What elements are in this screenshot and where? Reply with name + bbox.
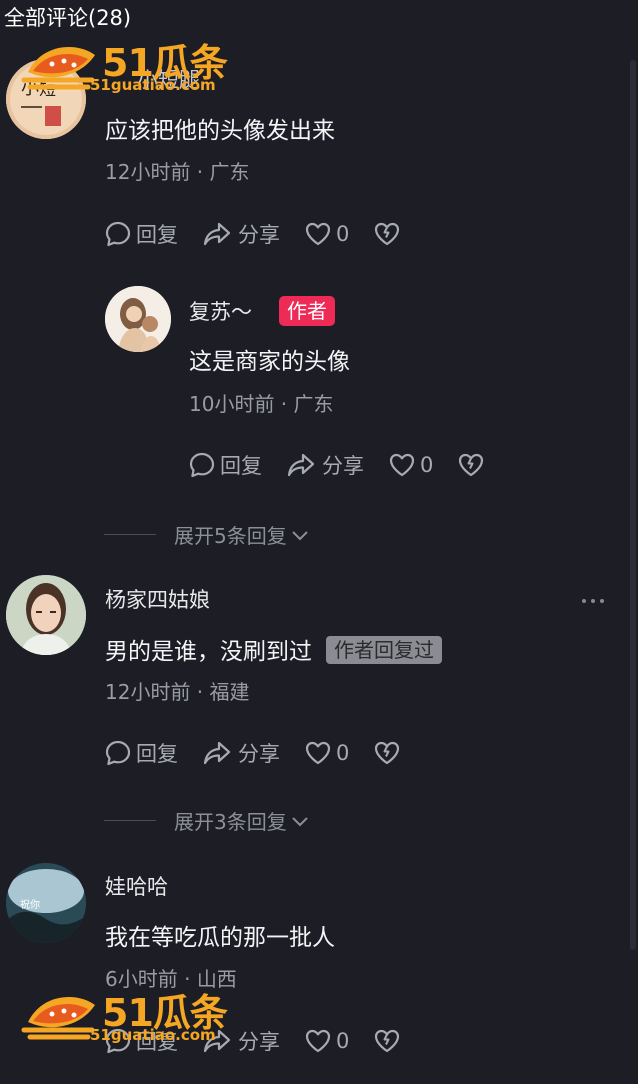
watermark-site: 51guatiao.com [90,76,216,94]
author-badge: 作者 [279,296,335,326]
share-label: 分享 [238,742,280,766]
comment-time: 12小时前 [105,680,191,704]
comments-page: 全部评论(28) 小 短 小短腿 应该把他的头像发出来 12小时前 · 广东 回… [0,0,638,1084]
reply-label: 回复 [136,742,178,766]
like-count: 0 [420,453,434,477]
comment-location: 广东 [209,160,250,184]
like-count: 0 [336,741,350,765]
dislike-button[interactable] [373,1027,405,1055]
avatar[interactable] [6,575,86,655]
watermark-logo: 51瓜条 51guatiao.com [20,984,246,1048]
comment-text: 男的是谁，没刷到过 [105,639,312,665]
comment-text: 应该把他的头像发出来 [105,118,335,144]
comment-text-row: 男的是谁，没刷到过 作者回复过 [105,636,442,667]
watermark-logo: 51瓜条 51guatiao.com [20,34,246,98]
comment-time: 12小时前 [105,160,191,184]
reply-time: 10小时前 [189,392,275,416]
dislike-button[interactable] [373,220,405,248]
heart-icon [305,222,331,246]
more-dot [582,599,586,603]
avatar-woman-photo-icon [6,575,86,655]
reply-button[interactable]: 回复 [104,738,178,768]
dislike-button[interactable] [373,739,405,767]
more-dot [591,599,595,603]
share-label: 分享 [238,223,280,247]
comment-actions: 回复 分享 0 [104,218,429,250]
divider-line [104,820,156,821]
chevron-down-icon [292,816,308,826]
comment-meta: 12小时前 · 广东 [105,159,250,185]
reply-button[interactable]: 回复 [104,219,178,249]
broken-heart-icon [459,453,484,477]
comment-author-name[interactable]: 杨家四姑娘 [105,586,210,614]
reply-bubble-icon [189,452,215,478]
broken-heart-icon [375,1029,400,1053]
author-replied-badge: 作者回复过 [326,636,442,664]
heart-icon [305,741,331,765]
comments-title: 全部评论(28) [4,6,132,30]
chevron-down-icon [292,530,308,540]
reply-location: 广东 [293,392,334,416]
comment-location: 福建 [209,680,250,704]
like-count: 0 [336,1029,350,1053]
reply-label: 回复 [220,454,262,478]
like-button[interactable]: 0 [304,220,349,248]
broken-heart-icon [375,741,400,765]
divider-line [104,534,156,535]
share-button[interactable]: 分享 [202,738,280,768]
watermark-site: 51guatiao.com [90,1026,216,1044]
broken-heart-icon [375,222,400,246]
dislike-button[interactable] [457,451,489,479]
share-arrow-icon [287,453,315,477]
comment-actions: 回复 分享 0 [104,737,429,769]
share-button[interactable]: 分享 [202,219,280,249]
svg-text:祝你: 祝你 [20,898,40,911]
reply-bubble-icon [105,221,131,247]
reply-actions: 回复 分享 0 [188,449,513,481]
share-button[interactable]: 分享 [286,450,364,480]
meta-separator: · [190,160,210,184]
more-options-button[interactable] [582,599,604,603]
share-arrow-icon [203,741,231,765]
scrollbar[interactable] [630,60,636,950]
expand-replies-button[interactable]: 展开3条回复 [104,806,309,835]
avatar-landscape-icon: 祝你 [6,863,86,943]
reply-meta: 10小时前 · 广东 [189,391,334,417]
avatar[interactable] [105,286,171,352]
comment-meta: 12小时前 · 福建 [105,679,250,705]
meta-separator: · [190,680,210,704]
reply-text: 这是商家的头像 [189,349,350,375]
reply-author-name[interactable]: 复苏～ [189,298,252,326]
more-dot [600,599,604,603]
like-button[interactable]: 0 [388,451,433,479]
like-button[interactable]: 0 [304,739,349,767]
reply-bubble-icon [105,740,131,766]
avatar-illustration-icon [105,286,171,352]
reply-label: 回复 [136,223,178,247]
heart-icon [389,453,415,477]
comment-text: 我在等吃瓜的那一批人 [105,925,335,951]
meta-separator: · [274,392,294,416]
share-label: 分享 [322,454,364,478]
avatar[interactable]: 祝你 [6,863,86,943]
expand-replies-label: 展开3条回复 [174,810,287,834]
expand-replies-button[interactable]: 展开5条回复 [104,520,309,549]
reply-button[interactable]: 回复 [188,450,262,480]
comment-author-name[interactable]: 娃哈哈 [105,873,168,901]
expand-replies-label: 展开5条回复 [174,524,287,548]
heart-icon [305,1029,331,1053]
like-button[interactable]: 0 [304,1027,349,1055]
share-arrow-icon [203,222,231,246]
like-count: 0 [336,222,350,246]
